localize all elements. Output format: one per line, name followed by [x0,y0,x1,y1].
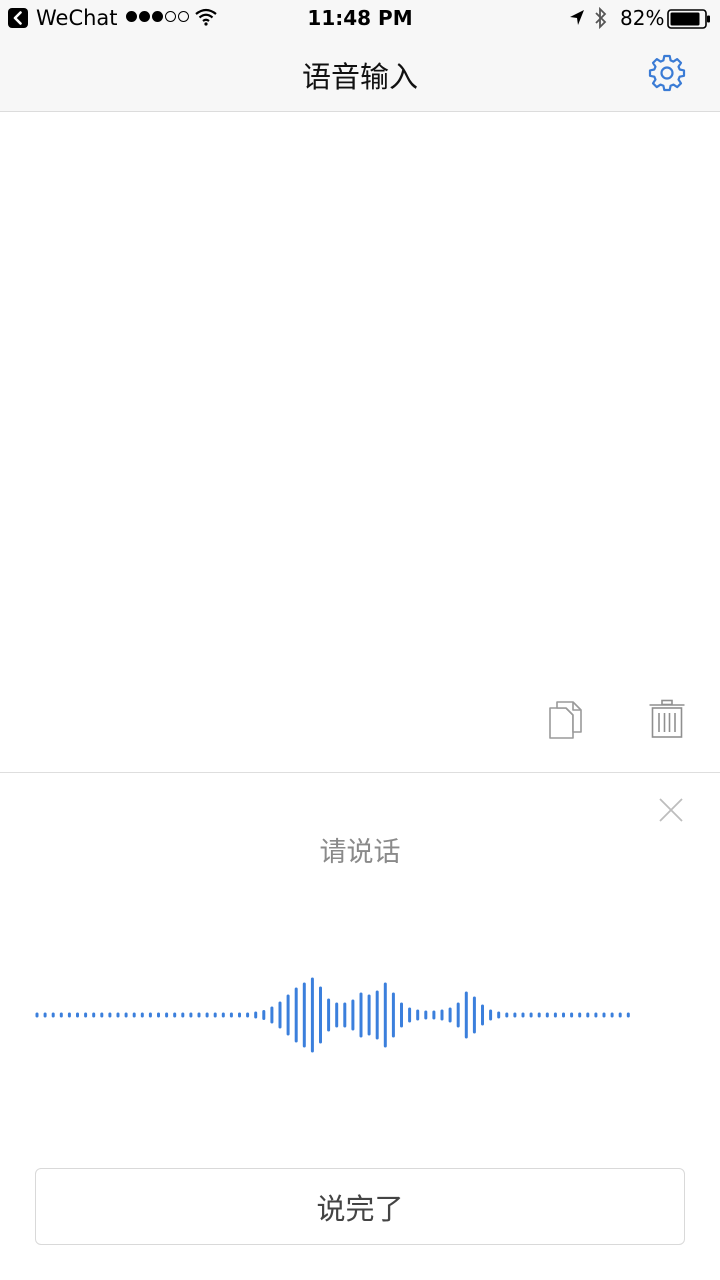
close-icon[interactable] [656,795,686,825]
finish-speaking-button[interactable]: 说完了 [35,1168,685,1245]
battery-icon [667,9,710,29]
speak-prompt: 请说话 [319,837,401,868]
navigation-bar: 语音输入 [0,36,720,112]
gear-icon[interactable] [648,54,686,92]
voice-input-screen: WeChat 11:48 PM 82% 语音输入 请说话 说完了 [0,0,720,1280]
location-arrow-icon [570,10,584,25]
status-time: 11:48 PM [307,6,413,30]
voice-waveform [35,977,630,1053]
status-bar: WeChat 11:48 PM 82% [0,0,720,36]
battery-percentage: 82% [620,6,665,30]
copy-icon[interactable] [548,700,584,740]
panel-divider [0,772,720,773]
page-title: 语音输入 [301,60,418,94]
transcript-text-area[interactable] [0,112,720,772]
trash-icon[interactable] [648,699,686,739]
bluetooth-icon [595,6,607,30]
